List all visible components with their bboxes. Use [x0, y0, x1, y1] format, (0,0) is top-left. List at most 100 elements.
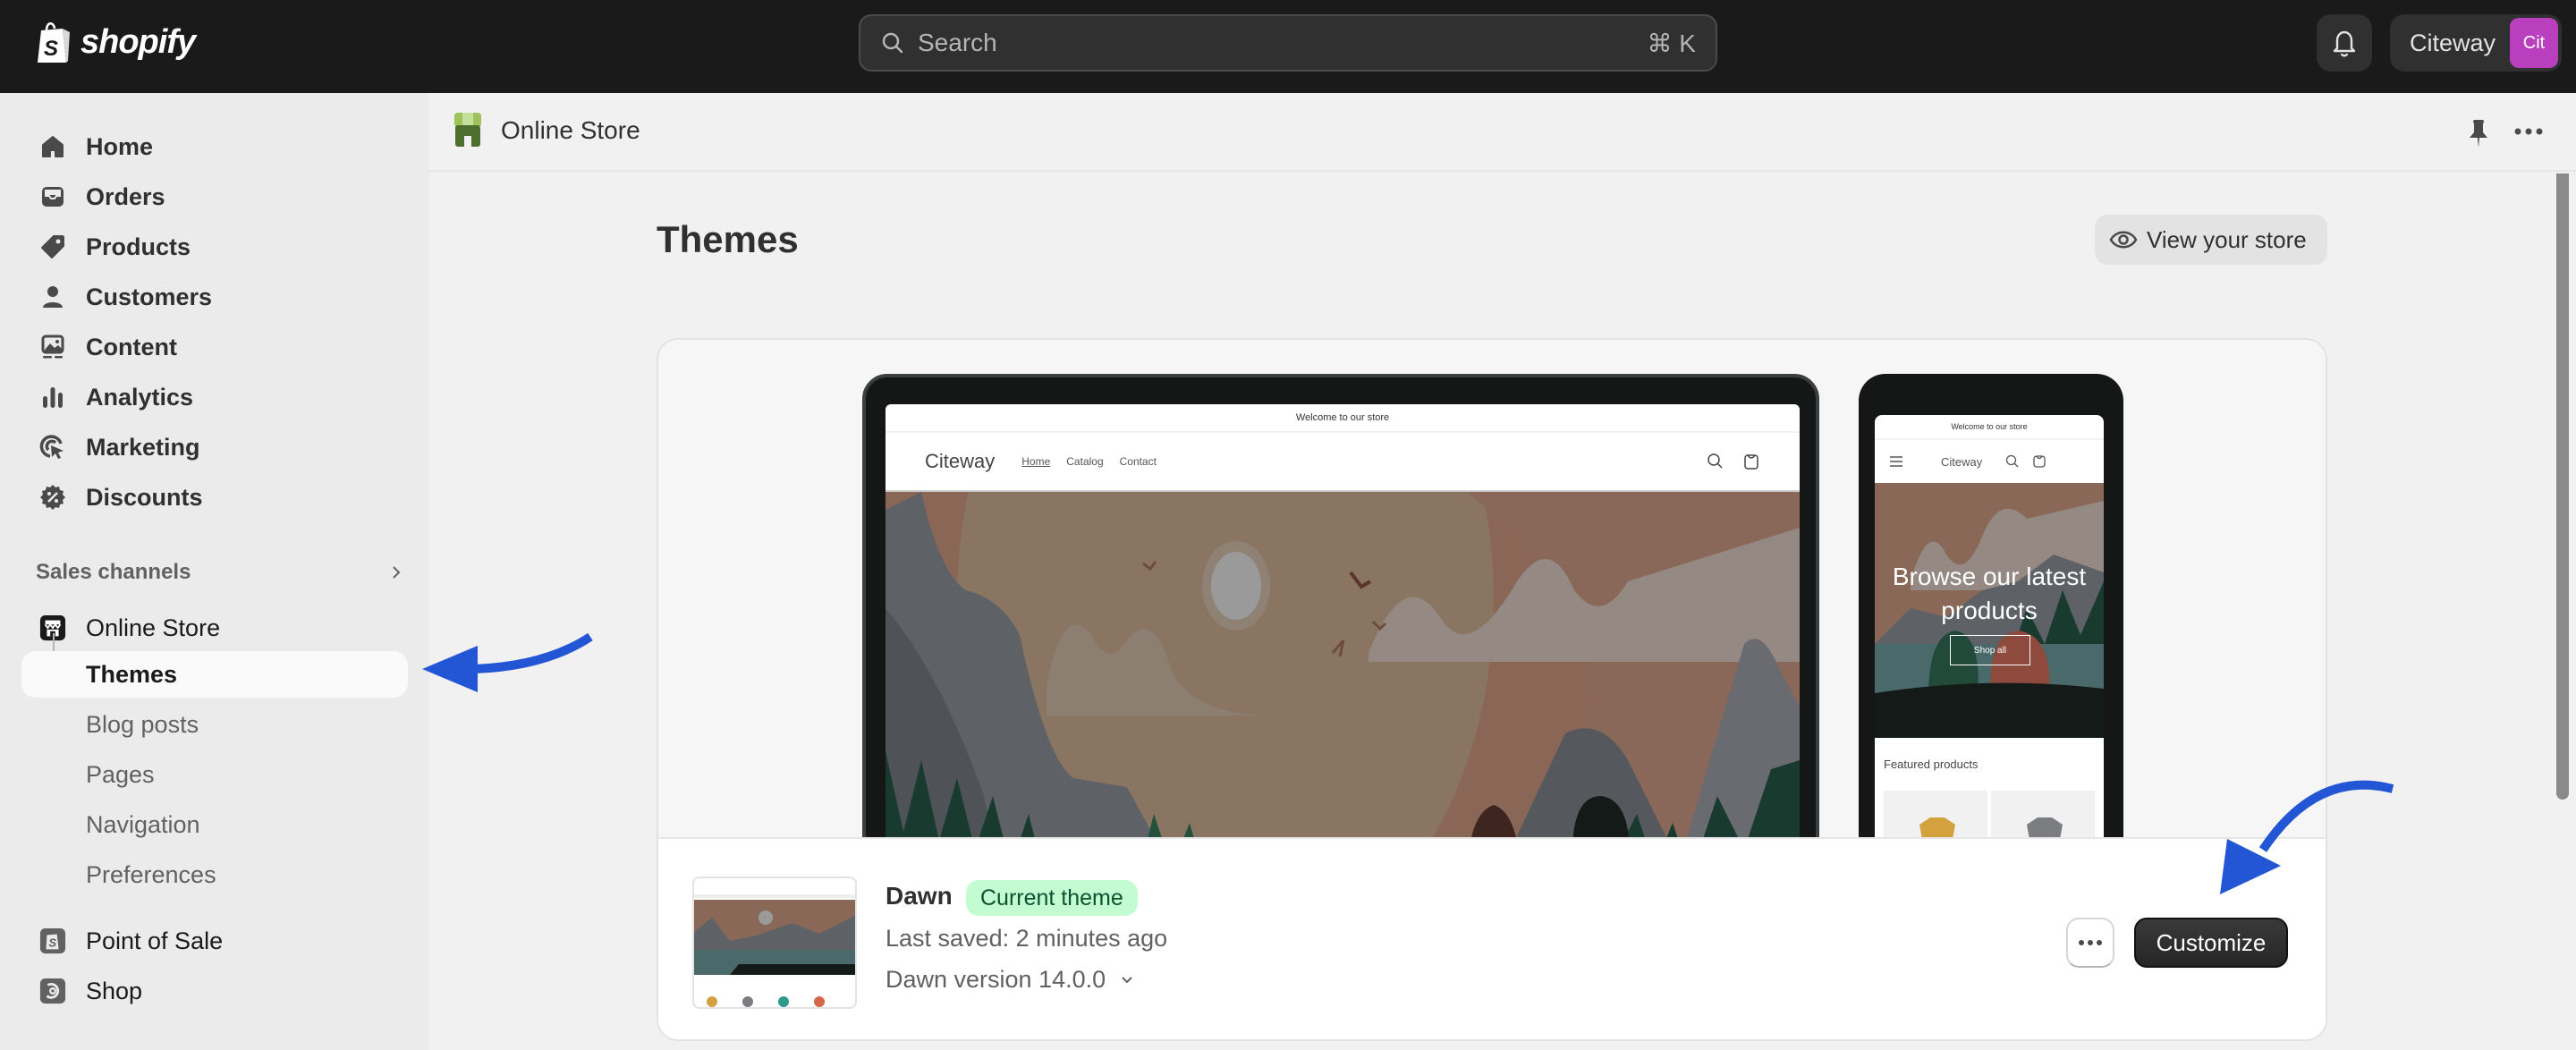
shop-app-icon [39, 978, 66, 1004]
theme-version-dropdown[interactable]: Dawn version 14.0.0 [886, 966, 1134, 994]
view-store-button[interactable]: View your store [2095, 215, 2327, 265]
sidebar-item-preferences[interactable]: Preferences [21, 851, 408, 898]
featured-products-heading: Featured products [1884, 758, 1979, 771]
mobile-store-name: Citeway [1941, 454, 1983, 469]
mobile-hero-heading: Browse our latest products [1892, 563, 2087, 624]
sidebar-item-navigation[interactable]: Navigation [21, 801, 408, 848]
online-store-icon [454, 113, 481, 148]
chevron-right-icon [393, 566, 401, 579]
bar-chart-icon [39, 384, 66, 411]
pos-icon: S [39, 927, 66, 954]
mobile-preview-header: Citeway [1875, 440, 2104, 483]
mobile-preview-screen: Welcome to our store Citeway Browse our … [1875, 415, 2104, 875]
theme-actions-button[interactable] [2066, 918, 2114, 968]
main-content: Online Store Themes View your store Welc… [429, 93, 2576, 1050]
product-card [1991, 791, 2095, 844]
sidebar-item-label: Blog posts [86, 710, 199, 738]
sidebar-item-label: Navigation [86, 810, 200, 838]
sidebar: Home Orders Products Customers Content A… [0, 93, 429, 1050]
sidebar-item-orders[interactable]: Orders [21, 174, 408, 220]
hamburger-menu-icon [1890, 456, 1902, 467]
sidebar-item-discounts[interactable]: Discounts [21, 474, 408, 521]
sidebar-item-label: Pages [86, 760, 155, 788]
home-icon [39, 133, 66, 160]
sidebar-item-label: Orders [86, 182, 165, 210]
sidebar-item-home[interactable]: Home [21, 123, 408, 170]
sidebar-item-label: Customers [86, 283, 213, 310]
sidebar-item-blog-posts[interactable]: Blog posts [21, 701, 408, 748]
store-name: Citeway [2410, 29, 2496, 56]
vertical-scrollbar[interactable] [2556, 174, 2569, 800]
theme-thumbnail-image [694, 878, 855, 1007]
preview-nav-home: Home [1021, 455, 1051, 468]
sidebar-item-themes[interactable]: Themes [21, 651, 408, 698]
announcement-bar: Welcome to our store [886, 404, 1800, 433]
sidebar-item-label: Products [86, 233, 191, 260]
preview-store-name: Citeway [925, 450, 996, 472]
breadcrumb-bar: Online Store [429, 93, 2576, 172]
current-theme-card: Welcome to our store Citeway Home Catalo… [657, 338, 2327, 1041]
desktop-preview-screen: Welcome to our store Citeway Home Catalo… [886, 404, 1800, 871]
sales-channels-label: Sales channels [36, 560, 191, 584]
last-saved-text: Last saved: 2 minutes ago [886, 925, 1168, 952]
sidebar-item-marketing[interactable]: Marketing [21, 424, 408, 470]
sidebar-item-label: Themes [86, 660, 178, 688]
preview-cart-icon [1744, 454, 1758, 470]
sidebar-item-products[interactable]: Products [21, 224, 408, 270]
theme-thumbnail [692, 876, 857, 1009]
eye-icon [2109, 231, 2138, 249]
theme-info-bar: Dawn Current theme Last saved: 2 minutes… [658, 837, 2326, 1039]
search-icon [882, 32, 903, 54]
sidebar-item-label: Preferences [86, 860, 216, 888]
product-card [1884, 791, 1987, 844]
product-grid [1875, 791, 2104, 844]
svg-text:S: S [48, 936, 56, 950]
account-menu-button[interactable]: Citeway Cit [2390, 14, 2562, 72]
more-horizontal-icon [2079, 940, 2102, 945]
svg-text:S: S [44, 37, 58, 61]
preview-nav-contact: Contact [1119, 455, 1157, 468]
inbox-icon [39, 183, 66, 210]
mobile-search-icon [2006, 454, 2019, 468]
current-theme-badge: Current theme [966, 880, 1138, 916]
breadcrumb-title: Online Store [501, 116, 640, 144]
notifications-button[interactable] [2317, 14, 2372, 72]
sidebar-item-customers[interactable]: Customers [21, 274, 408, 320]
sales-channels-header[interactable]: Sales channels [36, 560, 402, 585]
sidebar-item-content[interactable]: Content [21, 324, 408, 370]
sidebar-item-label: Content [86, 333, 177, 360]
sidebar-item-analytics[interactable]: Analytics [21, 374, 408, 420]
top-bar: S shopify Search ⌘ K Citeway Cit [0, 0, 2576, 93]
mobile-preview[interactable]: Welcome to our store Citeway Browse our … [1859, 374, 2123, 875]
preview-search-icon [1707, 453, 1723, 469]
shopify-bag-icon: S [38, 22, 70, 63]
sidebar-item-point-of-sale[interactable]: S Point of Sale [21, 918, 408, 964]
theme-version-label: Dawn version 14.0.0 [886, 966, 1106, 993]
sidebar-item-label: Point of Sale [86, 927, 224, 954]
brand-name: shopify [80, 22, 196, 61]
view-store-label: View your store [2147, 225, 2307, 253]
customize-button[interactable]: Customize [2134, 918, 2288, 968]
desktop-preview[interactable]: Welcome to our store Citeway Home Catalo… [862, 374, 1819, 875]
mobile-hero: Browse our latest products Shop all [1875, 483, 2104, 738]
sidebar-item-pages[interactable]: Pages [21, 751, 408, 798]
preview-nav-catalog: Catalog [1066, 455, 1104, 468]
theme-name: Dawn [886, 882, 953, 910]
page-title: Themes [657, 218, 799, 260]
target-icon [39, 434, 66, 461]
avatar: Cit [2510, 18, 2558, 68]
search-placeholder: Search [918, 29, 997, 56]
shopify-logo[interactable]: S shopify [34, 20, 196, 64]
chevron-down-icon [1122, 976, 1132, 983]
mobile-announcement-bar: Welcome to our store [1875, 415, 2104, 440]
pin-icon[interactable] [2467, 120, 2490, 148]
sidebar-item-label: Discounts [86, 483, 203, 511]
sidebar-item-label: Shop [86, 977, 143, 1004]
sidebar-item-shop[interactable]: Shop [21, 968, 408, 1014]
search-shortcut: ⌘ K [1647, 29, 1696, 57]
search-input[interactable]: Search ⌘ K [859, 14, 1717, 72]
annotation-arrow-themes [422, 632, 593, 692]
discount-icon [39, 484, 66, 511]
more-actions-icon[interactable] [2513, 125, 2544, 138]
sidebar-item-label: Analytics [86, 383, 194, 411]
